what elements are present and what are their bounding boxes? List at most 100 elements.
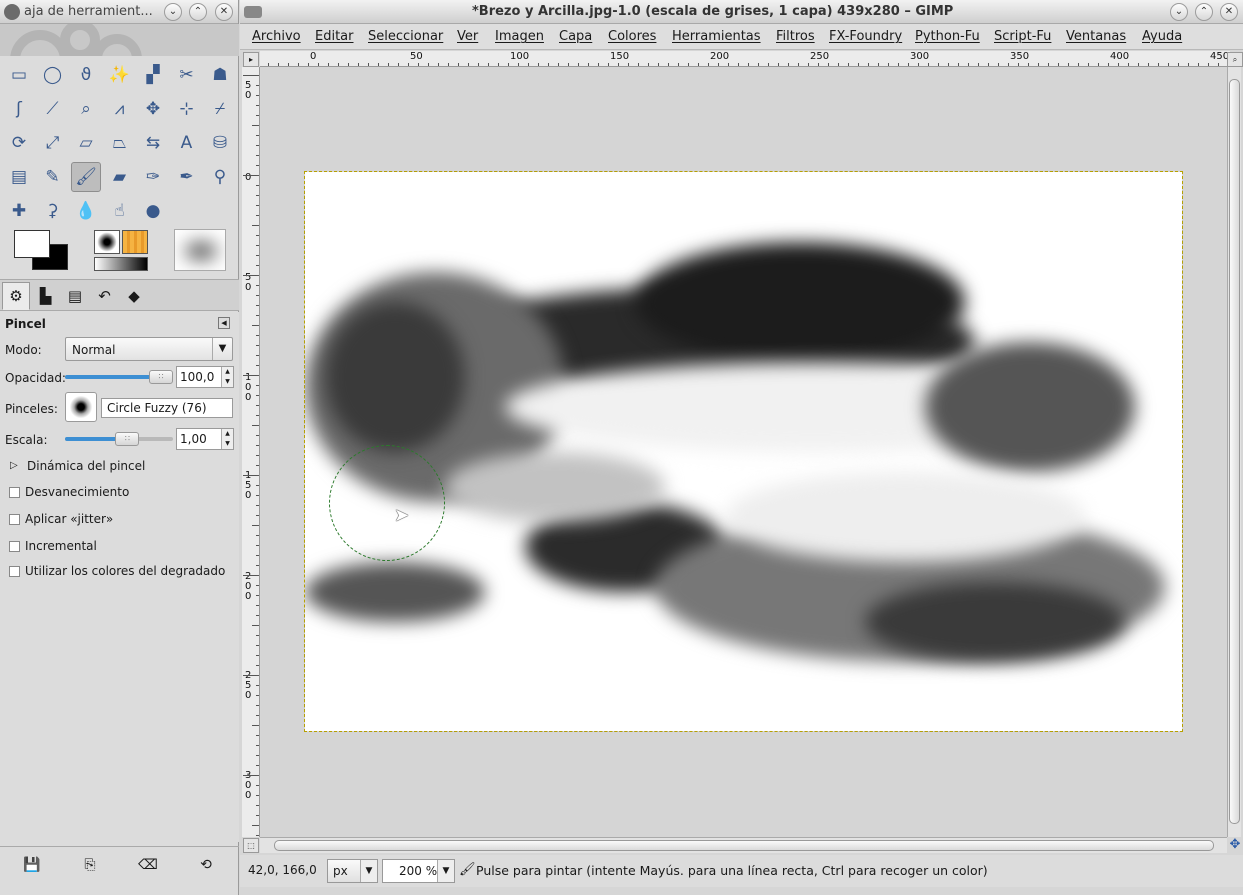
restore-options-icon[interactable]: ⎘	[80, 855, 100, 875]
menu-ventanas[interactable]: Ventanas	[1066, 29, 1126, 44]
close-icon[interactable]: ✕	[215, 3, 233, 21]
maximize-icon[interactable]: ⌃	[1195, 3, 1213, 21]
slider-handle[interactable]: ∷	[115, 432, 140, 446]
rect-select-icon[interactable]: ▭	[4, 60, 34, 90]
zoom-icon[interactable]: ⌕	[71, 94, 101, 124]
smudge-icon[interactable]: ☝	[105, 196, 135, 226]
zoom-select[interactable]: 200 % ▼	[382, 859, 455, 883]
measure-icon[interactable]: ⩘	[105, 94, 135, 124]
window-menu-icon[interactable]	[244, 6, 262, 18]
toolbox-titlebar[interactable]: aja de herramient... ⌄ ⌃ ✕	[0, 0, 238, 24]
rotate-icon[interactable]: ⟳	[4, 128, 34, 158]
navigate-icon[interactable]: ✥	[1227, 837, 1243, 853]
perspective-clone-icon[interactable]: ⚳	[38, 196, 68, 226]
ellipse-select-icon[interactable]: ◯	[38, 60, 68, 90]
close-icon[interactable]: ✕	[1220, 3, 1238, 21]
menu-filtros[interactable]: Filtros	[776, 29, 815, 44]
crop-icon[interactable]: ⌿	[205, 94, 235, 124]
color-picker-icon[interactable]: ⟋	[38, 94, 68, 124]
eraser-icon[interactable]: ▰	[105, 162, 135, 192]
tool-options-tab[interactable]: ⚙	[2, 282, 30, 310]
text-icon[interactable]: A	[172, 128, 202, 158]
scroll-thumb[interactable]	[274, 840, 1214, 851]
fade-checkbox[interactable]	[9, 487, 20, 498]
menu-python-fu[interactable]: Python-Fu	[915, 29, 980, 44]
menu-archivo[interactable]: Archivo	[252, 29, 301, 44]
perspective-icon[interactable]: ⏢	[105, 128, 135, 158]
airbrush-icon[interactable]: ✑	[138, 162, 168, 192]
menu-editar[interactable]: Editar	[315, 29, 354, 44]
menu-ayuda[interactable]: Ayuda	[1142, 29, 1182, 44]
scale-icon[interactable]: ⤢	[38, 128, 68, 158]
spin-arrows-icon[interactable]: ▲ ▼	[221, 429, 233, 449]
blur-icon[interactable]: 💧	[71, 196, 101, 226]
canvas-area[interactable]: ➤	[261, 67, 1227, 837]
mode-select[interactable]: Normal ▼	[65, 337, 233, 361]
expander-arrow-icon[interactable]: ▷	[10, 460, 18, 471]
unit-select[interactable]: px ▼	[327, 859, 378, 883]
horizontal-ruler[interactable]: 0 50 100 150 200 250 300 350 400 450	[260, 51, 1230, 67]
jitter-checkbox[interactable]	[9, 514, 20, 525]
pencil-icon[interactable]: ✎	[38, 162, 68, 192]
bucket-fill-icon[interactable]: ⛁	[205, 128, 235, 158]
slider-handle[interactable]: ∷	[149, 370, 173, 384]
image-window-titlebar[interactable]: *Brezo y Arcilla.jpg-1.0 (escala de gris…	[240, 0, 1243, 24]
flip-icon[interactable]: ⇆	[138, 128, 168, 158]
spin-arrows-icon[interactable]: ▲ ▼	[221, 367, 233, 387]
horizontal-scrollbar[interactable]	[260, 837, 1227, 853]
gradient-colors-checkbox[interactable]	[9, 566, 20, 577]
menu-fx-foundry[interactable]: FX-Foundry	[829, 29, 902, 44]
color-select-icon[interactable]: ▞	[138, 60, 168, 90]
menu-seleccionar[interactable]: Seleccionar	[368, 29, 443, 44]
image-canvas[interactable]	[304, 171, 1183, 732]
active-brush-preview[interactable]	[94, 230, 120, 254]
clone-icon[interactable]: ⚲	[205, 162, 235, 192]
menu-ver[interactable]: Ver	[457, 29, 478, 44]
paintbrush-icon[interactable]: 🖌	[71, 162, 101, 192]
blend-icon[interactable]: ▤	[4, 162, 34, 192]
maximize-icon[interactable]: ⌃	[189, 3, 207, 21]
brush-chooser-button[interactable]	[65, 392, 97, 422]
quick-mask-icon[interactable]: ⬚	[243, 838, 259, 853]
menu-capa[interactable]: Capa	[559, 29, 592, 44]
menu-script-fu[interactable]: Script-Fu	[994, 29, 1051, 44]
fg-bg-colors[interactable]	[12, 228, 70, 272]
opacity-spinbutton[interactable]: 100,0 ▲ ▼	[176, 366, 234, 388]
align-icon[interactable]: ⊹	[172, 94, 202, 124]
fuzzy-select-icon[interactable]: ✨	[105, 60, 135, 90]
foreground-color-swatch[interactable]	[14, 230, 50, 258]
save-options-icon[interactable]: 💾	[22, 855, 42, 875]
delete-options-icon[interactable]: ⌫	[138, 855, 158, 875]
zoom-value[interactable]: 200 %	[399, 864, 437, 878]
scale-spinbutton[interactable]: 1,00 ▲ ▼	[176, 428, 234, 450]
minimize-icon[interactable]: ⌄	[1170, 3, 1188, 21]
image-menu-icon[interactable]: ▸	[243, 52, 259, 67]
active-gradient-preview[interactable]	[94, 257, 148, 271]
images-tab[interactable]: ▤	[61, 282, 89, 310]
incremental-checkbox[interactable]	[9, 541, 20, 552]
scissors-select-icon[interactable]: ✂	[172, 60, 202, 90]
menu-imagen[interactable]: Imagen	[495, 29, 544, 44]
scroll-thumb[interactable]	[1229, 79, 1240, 824]
move-icon[interactable]: ✥	[138, 94, 168, 124]
active-image-thumbnail[interactable]	[174, 229, 226, 271]
reset-options-icon[interactable]: ⟲	[196, 855, 216, 875]
ink-icon[interactable]: ✒	[172, 162, 202, 192]
paths-icon[interactable]: ʃ	[4, 94, 34, 124]
zoom-fit-icon[interactable]: ⌕	[1227, 52, 1243, 67]
device-status-tab[interactable]: ▙	[32, 282, 60, 310]
brush-name-field[interactable]: Circle Fuzzy (76)	[101, 398, 233, 418]
scale-slider[interactable]: ∷	[65, 432, 173, 446]
menu-herramientas[interactable]: Herramientas	[672, 29, 761, 44]
active-pattern-preview[interactable]	[122, 230, 148, 254]
opacity-slider[interactable]: ∷	[65, 370, 173, 384]
minimize-icon[interactable]: ⌄	[164, 3, 182, 21]
heal-icon[interactable]: ✚	[4, 196, 34, 226]
vertical-ruler[interactable]: 50050100150200250300	[242, 67, 260, 837]
brush-dynamics-expander[interactable]: Dinámica del pincel	[27, 459, 145, 473]
vertical-scrollbar[interactable]	[1227, 67, 1241, 837]
layers-tab[interactable]: ◆	[120, 282, 148, 310]
foreground-select-icon[interactable]: ☗	[205, 60, 235, 90]
panel-menu-icon[interactable]: ◀	[218, 317, 230, 329]
shear-icon[interactable]: ▱	[71, 128, 101, 158]
